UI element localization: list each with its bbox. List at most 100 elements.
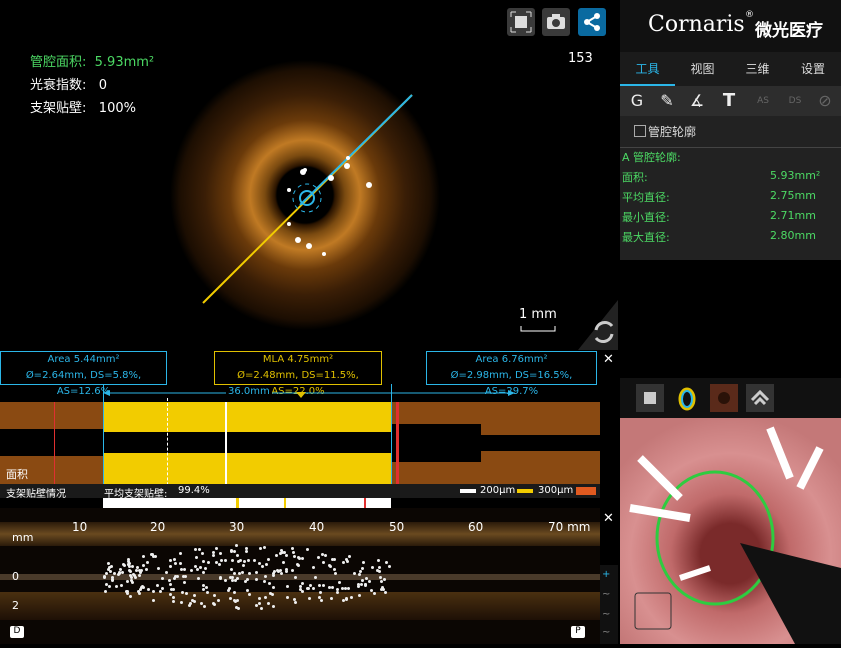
stent-strut bbox=[202, 588, 206, 592]
stent-strut bbox=[179, 551, 183, 555]
stent-strut bbox=[195, 556, 199, 560]
stent-strut bbox=[343, 587, 347, 591]
stent-strut bbox=[145, 568, 149, 572]
stent-strut bbox=[358, 594, 362, 598]
stent-strut bbox=[200, 552, 204, 556]
stent-strut bbox=[329, 564, 333, 568]
min-diameter-label: 最小直径: bbox=[622, 211, 670, 224]
stent-strut bbox=[266, 558, 270, 562]
stent-strut bbox=[255, 570, 259, 574]
stent-strut bbox=[345, 557, 349, 561]
stent-strut bbox=[352, 572, 356, 576]
stent-strut bbox=[274, 553, 278, 557]
stent-strut bbox=[126, 562, 130, 566]
stent-strut bbox=[293, 575, 297, 579]
profile-icon-3[interactable]: ~ bbox=[602, 627, 616, 641]
stent-strut bbox=[202, 604, 206, 608]
stent-strut bbox=[205, 590, 209, 594]
text-tool-icon[interactable]: T bbox=[718, 90, 740, 112]
distal-marker[interactable]: D bbox=[10, 626, 24, 638]
stent-strut bbox=[242, 563, 246, 567]
contour-tool-icon[interactable]: G bbox=[626, 90, 648, 112]
ruler-tool-icon[interactable]: ✎ bbox=[656, 90, 678, 112]
stent-strut bbox=[198, 548, 202, 552]
stent-strut bbox=[332, 568, 336, 572]
marker-line bbox=[54, 402, 55, 484]
left-reference-annotation[interactable]: Area 5.44mm² Ø=2.64mm, DS=5.8%, AS=12.6% bbox=[0, 351, 167, 397]
left-ref-title: Area 5.44mm² bbox=[47, 354, 120, 365]
close-annotation-icon[interactable]: ✕ bbox=[603, 352, 614, 367]
3d-fullscreen-button[interactable] bbox=[636, 384, 664, 412]
close-long-view-icon[interactable]: ✕ bbox=[603, 511, 614, 526]
lumen-profile-stent bbox=[103, 432, 391, 453]
share-button[interactable] bbox=[578, 8, 606, 36]
x-tick-10: 10 bbox=[72, 520, 88, 534]
mla-title: MLA 4.75mm² bbox=[262, 354, 334, 365]
3d-ring-toggle[interactable] bbox=[674, 384, 702, 412]
lumen-contour-checkbox[interactable] bbox=[634, 125, 646, 137]
stent-strut bbox=[329, 596, 333, 600]
stent-strut bbox=[254, 577, 258, 581]
stent-strut bbox=[160, 577, 164, 581]
stent-strut bbox=[103, 574, 106, 578]
stent-strut bbox=[187, 604, 191, 608]
profile-icon-2[interactable]: ~ bbox=[602, 609, 616, 623]
delete-tool-icon[interactable]: ⊘ bbox=[814, 90, 836, 112]
ring-icon bbox=[678, 387, 696, 411]
stent-strut bbox=[345, 596, 348, 600]
mla-annotation[interactable]: MLA 4.75mm² Ø=2.48mm, DS=11.5%, AS=22.0% bbox=[214, 351, 382, 397]
stent-strut bbox=[236, 554, 240, 558]
tab-tools[interactable]: 工具 bbox=[620, 52, 675, 86]
stent-strut bbox=[317, 595, 321, 599]
stent-strut bbox=[120, 584, 124, 588]
stent-strut bbox=[229, 568, 233, 572]
angle-tool-icon[interactable]: ∡ bbox=[686, 90, 708, 112]
stent-strut bbox=[104, 589, 108, 593]
stent-strut bbox=[278, 552, 282, 556]
rotate-view-icon[interactable] bbox=[578, 300, 618, 350]
stent-strut bbox=[128, 594, 132, 598]
tab-view[interactable]: 视图 bbox=[675, 52, 730, 86]
y-tick-0: 0 bbox=[12, 570, 19, 583]
y-tick-2: 2 bbox=[12, 599, 19, 612]
snapshot-button[interactable] bbox=[542, 8, 570, 36]
proximal-ref-line[interactable] bbox=[103, 384, 104, 484]
3d-home-button[interactable] bbox=[746, 384, 774, 412]
3d-toolbar bbox=[620, 378, 841, 418]
cross-section-view[interactable]: 管腔面积: 5.93mm² 光衰指数: 0 支架贴壁: 100% 153 1 m… bbox=[0, 0, 618, 350]
stent-strut bbox=[271, 586, 275, 590]
stent-strut bbox=[323, 554, 327, 558]
stent-strut bbox=[229, 597, 233, 601]
stent-strut bbox=[362, 560, 366, 564]
tab-settings[interactable]: 设置 bbox=[785, 52, 841, 86]
stent-strut bbox=[223, 558, 227, 562]
stent-strut bbox=[179, 561, 183, 565]
stent-strut bbox=[321, 584, 325, 588]
3d-vessel-toggle[interactable] bbox=[710, 384, 738, 412]
stent-strut bbox=[342, 561, 346, 565]
3d-vessel-view[interactable] bbox=[620, 418, 841, 644]
stent-strut bbox=[117, 570, 121, 574]
add-marker-icon[interactable]: + bbox=[602, 569, 616, 583]
stent-strut bbox=[141, 555, 145, 559]
stent-strut bbox=[327, 585, 331, 589]
fullscreen-button[interactable] bbox=[507, 8, 535, 36]
stent-strut bbox=[308, 596, 312, 600]
right-reference-annotation[interactable]: Area 6.76mm² Ø=2.98mm, DS=16.5%, AS=29.7… bbox=[426, 351, 597, 397]
profile-icon[interactable]: ~ bbox=[602, 589, 616, 603]
area-stenosis-tool-icon[interactable]: AS bbox=[752, 90, 774, 112]
proximal-marker[interactable]: P bbox=[571, 626, 585, 638]
tab-3d[interactable]: 三维 bbox=[730, 52, 785, 86]
diameter-stenosis-tool-icon[interactable]: DS bbox=[784, 90, 806, 112]
stent-strut bbox=[192, 600, 196, 604]
stent-strut bbox=[350, 596, 354, 600]
stent-strut bbox=[202, 571, 206, 575]
stent-strut bbox=[368, 580, 372, 584]
stent-strut bbox=[360, 578, 364, 582]
stent-strut bbox=[246, 578, 250, 582]
longitudinal-oct-view[interactable] bbox=[0, 508, 600, 644]
distal-ref-line[interactable] bbox=[391, 384, 392, 484]
stent-strut bbox=[376, 559, 380, 563]
stent-strut bbox=[358, 569, 362, 573]
stent-strut bbox=[286, 585, 290, 589]
